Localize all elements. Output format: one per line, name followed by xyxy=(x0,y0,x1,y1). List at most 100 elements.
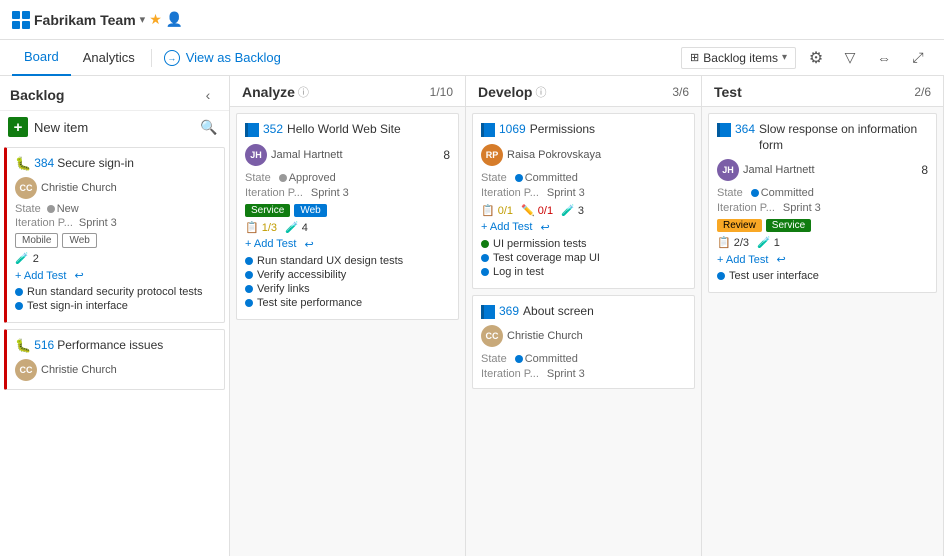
add-test-btn-352[interactable]: + Add Test xyxy=(245,238,296,250)
team-name: Fabrikam Team xyxy=(34,12,136,28)
card-type-icon-364 xyxy=(717,123,731,137)
k-card-title-364: Slow response on information form xyxy=(759,122,928,153)
test-count-384: 2 xyxy=(33,253,39,265)
k-iter-label-369: Iteration P... xyxy=(481,368,539,380)
settings-icon[interactable]: ⚙ xyxy=(802,44,830,72)
analyze-count: 1/10 xyxy=(430,85,453,99)
k-counter-tests-352: 🧪 4 xyxy=(285,221,308,234)
nav-board[interactable]: Board xyxy=(12,40,71,76)
k-tag-service-364: Service xyxy=(766,219,811,232)
k-tests-352: Run standard UX design tests Verify acce… xyxy=(245,255,450,309)
test-col-name: Test xyxy=(714,84,742,100)
backlog-card-516[interactable]: 🐛 516 Performance issues CC Christie Chu… xyxy=(4,329,225,390)
star-icon[interactable]: ★ xyxy=(149,11,162,28)
people-icon[interactable]: 👤 xyxy=(166,11,183,28)
kanban-col-develop: Develop ⓘ 3/6 1069 Permissions RP Raisa … xyxy=(466,76,702,556)
k-tag-web-352: Web xyxy=(294,204,326,217)
k-state-label-1069: State xyxy=(481,172,507,184)
view-backlog-icon: → xyxy=(164,50,180,66)
k-person-1069: Raisa Pokrovskaya xyxy=(507,149,601,161)
revert-icon-1069[interactable]: ↩ xyxy=(540,221,549,234)
expand-icon[interactable]: ⤢ xyxy=(904,44,932,72)
k-tag-review-364: Review xyxy=(717,219,762,232)
k-counter-tasks-352: 📋 1/3 xyxy=(245,221,277,234)
k-state-val-364: Committed xyxy=(751,187,814,199)
k-num-364: 8 xyxy=(921,163,928,177)
k-avatar-369: CC xyxy=(481,325,503,347)
add-test-btn-384[interactable]: + Add Test xyxy=(15,270,66,282)
app-logo: Fabrikam Team ▾ ★ 👤 xyxy=(12,11,183,29)
test-item-2-384: Test sign-in interface xyxy=(27,300,128,312)
iteration-label-384: Iteration P... xyxy=(15,217,73,229)
avatar-516: CC xyxy=(15,359,37,381)
view-as-backlog-btn[interactable]: → View as Backlog xyxy=(156,46,289,70)
card-id-516: 516 xyxy=(34,338,54,352)
person-384: Christie Church xyxy=(41,182,117,194)
k-state-label-369: State xyxy=(481,353,507,365)
k-avatar-1069: RP xyxy=(481,144,503,166)
k-counter-bugs-1069: ✏️ 0/1 xyxy=(521,204,553,217)
k-test-3-352: Verify links xyxy=(257,283,310,295)
k-iter-label-364: Iteration P... xyxy=(717,202,775,214)
filter-icon[interactable]: ▽ xyxy=(836,44,864,72)
k-test-3-1069: Log in test xyxy=(493,266,544,278)
k-state-label-352: State xyxy=(245,172,271,184)
analyze-info-icon[interactable]: ⓘ xyxy=(298,84,309,100)
new-item-button[interactable]: + New item xyxy=(8,117,193,137)
card-id-384: 384 xyxy=(34,156,54,170)
iteration-value-384: Sprint 3 xyxy=(79,217,117,229)
k-iter-val-369: Sprint 3 xyxy=(547,368,585,380)
backlog-card-384[interactable]: 🐛 384 Secure sign-in CC Christie Church … xyxy=(4,147,225,323)
k-tests-1069: UI permission tests Test coverage map UI… xyxy=(481,238,686,278)
team-chevron-icon[interactable]: ▾ xyxy=(140,13,146,26)
column-settings-icon[interactable]: ⇔ xyxy=(870,44,898,72)
develop-info-icon[interactable]: ⓘ xyxy=(535,84,546,100)
develop-col-name: Develop xyxy=(478,84,532,100)
analyze-col-name: Analyze xyxy=(242,84,295,100)
k-iter-label-352: Iteration P... xyxy=(245,187,303,199)
k-test-2-352: Verify accessibility xyxy=(257,269,346,281)
nav-analytics[interactable]: Analytics xyxy=(71,42,147,73)
bug-icon-384: 🐛 xyxy=(15,156,31,172)
k-card-369[interactable]: 369 About screen CC Christie Church Stat… xyxy=(472,295,695,390)
kanban-col-analyze: Analyze ⓘ 1/10 352 Hello World Web Site … xyxy=(230,76,466,556)
backlog-items-dropdown[interactable]: ⊞ Backlog items ▾ xyxy=(681,47,796,69)
k-iter-val-364: Sprint 3 xyxy=(783,202,821,214)
add-test-btn-364[interactable]: + Add Test xyxy=(717,254,768,266)
card-type-icon-1069 xyxy=(481,123,495,137)
backlog-col-header: Backlog xyxy=(10,87,197,103)
avatar-384: CC xyxy=(15,177,37,199)
state-dot-384: New xyxy=(47,203,79,215)
backlog-items-list: 🐛 384 Secure sign-in CC Christie Church … xyxy=(0,143,229,556)
tag-mobile-384: Mobile xyxy=(15,233,58,248)
bug-icon-516: 🐛 xyxy=(15,338,31,354)
backlog-column: Backlog ‹ + New item 🔍 🐛 384 Secure sign… xyxy=(0,76,230,556)
add-test-btn-1069[interactable]: + Add Test xyxy=(481,221,532,233)
k-card-1069[interactable]: 1069 Permissions RP Raisa Pokrovskaya St… xyxy=(472,113,695,289)
k-test-1-352: Run standard UX design tests xyxy=(257,255,403,267)
k-tests-364: Test user interface xyxy=(717,270,928,282)
revert-icon-364[interactable]: ↩ xyxy=(776,253,785,266)
k-card-title-352: Hello World Web Site xyxy=(287,122,401,138)
develop-count: 3/6 xyxy=(672,85,689,99)
test-count: 2/6 xyxy=(914,85,931,99)
collapse-backlog-icon[interactable]: ‹ xyxy=(197,84,219,106)
k-state-val-352: Approved xyxy=(279,172,336,184)
search-icon[interactable]: 🔍 xyxy=(197,115,221,139)
k-counter-tests-364: 🧪 1 xyxy=(757,236,780,249)
card-type-icon-369 xyxy=(481,305,495,319)
k-iter-label-1069: Iteration P... xyxy=(481,187,539,199)
revert-icon-384[interactable]: ↩ xyxy=(74,269,83,282)
card-title-516: Performance issues xyxy=(57,338,163,352)
new-item-label: New item xyxy=(34,120,88,135)
k-card-352[interactable]: 352 Hello World Web Site JH Jamal Hartne… xyxy=(236,113,459,320)
k-num-352: 8 xyxy=(443,148,450,162)
k-card-id-364: 364 xyxy=(735,122,755,136)
dropdown-chevron-icon: ▾ xyxy=(782,52,787,63)
revert-icon-352[interactable]: ↩ xyxy=(304,238,313,251)
card-type-icon-352 xyxy=(245,123,259,137)
k-state-val-1069: Committed xyxy=(515,172,578,184)
new-item-plus-icon: + xyxy=(8,117,28,137)
k-card-364[interactable]: 364 Slow response on information form JH… xyxy=(708,113,937,293)
k-test-1-1069: UI permission tests xyxy=(493,238,587,250)
